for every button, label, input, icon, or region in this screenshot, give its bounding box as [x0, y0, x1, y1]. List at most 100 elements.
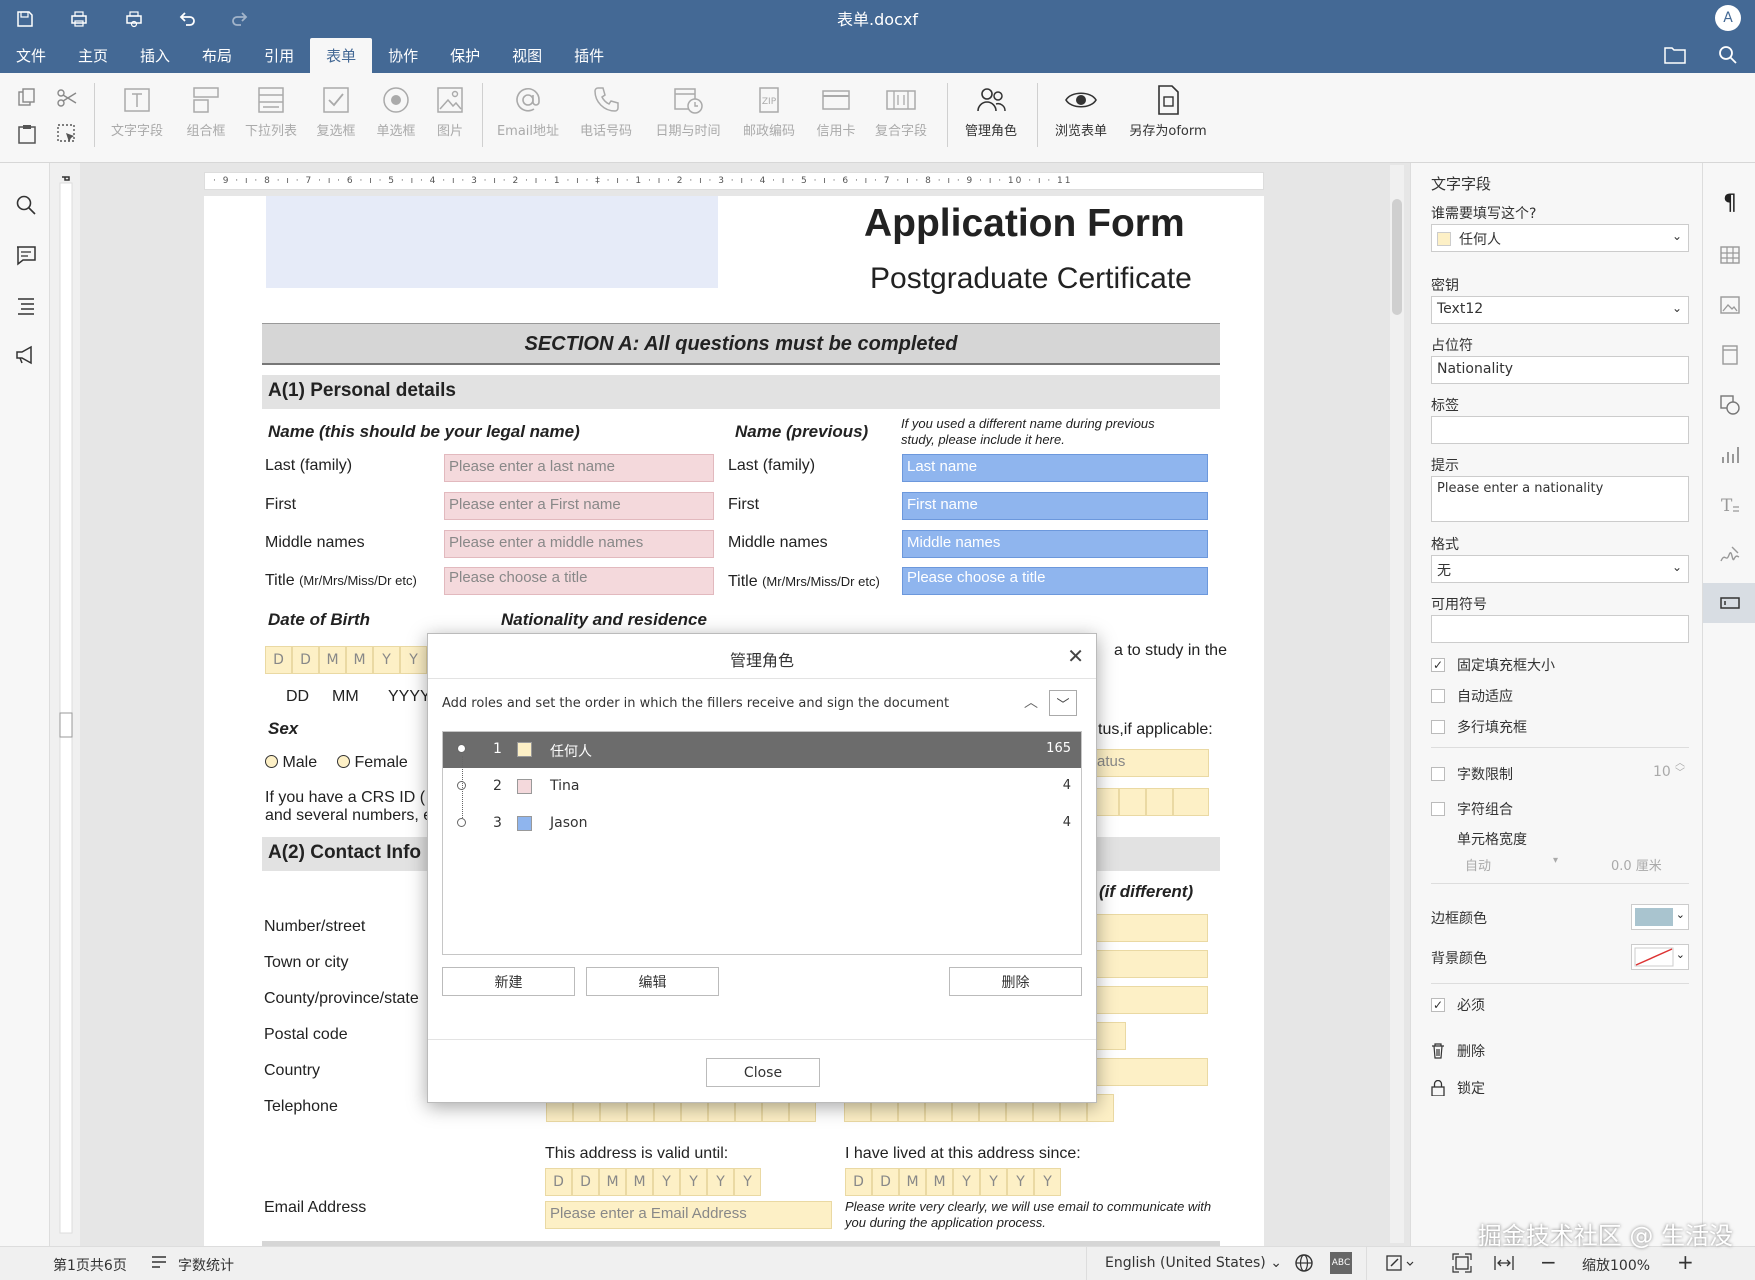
female-option[interactable]: Female	[337, 754, 408, 772]
male-option[interactable]: Male	[265, 754, 317, 772]
required-checkbox[interactable]: ✓ 必须	[1431, 995, 1485, 1015]
checkbox-checked[interactable]: ✓	[1431, 658, 1445, 672]
word-count-label[interactable]: 字数统计	[178, 1255, 234, 1275]
image-button[interactable]: 图片	[426, 83, 474, 153]
lock-field-button[interactable]: 锁定	[1431, 1078, 1485, 1098]
prev-middle-names-field[interactable]: Middle names	[902, 530, 1208, 558]
phone-button[interactable]: 电话号码	[570, 83, 642, 153]
zoom-in-icon[interactable]: +	[1677, 1250, 1694, 1274]
delete-field-button[interactable]: 删除	[1431, 1041, 1485, 1061]
zoom-out-icon[interactable]: −	[1540, 1250, 1557, 1274]
status-box[interactable]	[1173, 788, 1209, 816]
status-boxes[interactable]	[1092, 788, 1209, 816]
tab-layout[interactable]: 布局	[186, 38, 248, 73]
word-count-icon[interactable]	[150, 1253, 168, 1275]
alt-street-field[interactable]	[1096, 914, 1208, 942]
tab-file[interactable]: 文件	[0, 38, 62, 73]
date-box[interactable]: Y	[980, 1168, 1007, 1196]
paste-icon[interactable]	[16, 123, 38, 145]
cell-width-mode[interactable]: 自动	[1465, 855, 1491, 874]
tab-insert[interactable]: 插入	[124, 38, 186, 73]
valid-until-field[interactable]: DDMMYYYY	[545, 1168, 761, 1196]
date-box[interactable]: D	[545, 1168, 572, 1196]
status-field[interactable]: atus	[1092, 749, 1209, 777]
document-scrollbar[interactable]	[1390, 165, 1404, 1243]
dob-field[interactable]: DDMMYY	[265, 646, 427, 674]
dob-box[interactable]: M	[319, 646, 346, 674]
who-fills-select[interactable]: 任何人 ⌄	[1431, 224, 1689, 252]
form-settings-tab[interactable]	[1703, 583, 1755, 623]
date-box[interactable]: M	[599, 1168, 626, 1196]
save-oform-button[interactable]: 另存为oform	[1122, 83, 1214, 153]
credit-card-button[interactable]: 信用卡	[805, 83, 867, 153]
date-box[interactable]: M	[926, 1168, 953, 1196]
checkbox-unchecked[interactable]	[1431, 767, 1445, 781]
alt-town-field[interactable]	[1096, 950, 1208, 978]
format-select[interactable]: 无 ⌄	[1431, 555, 1689, 583]
avatar[interactable]: A	[1715, 5, 1741, 31]
language-selector[interactable]: English (United States) ⌄	[1105, 1255, 1282, 1271]
tab-forms[interactable]: 表单	[310, 38, 373, 73]
select-all-icon[interactable]	[56, 123, 78, 145]
text-field-button[interactable]: 文字字段	[108, 83, 166, 153]
comb-checkbox[interactable]: 字符组合	[1431, 799, 1513, 819]
page-indicator[interactable]: 第1页共6页	[53, 1255, 127, 1275]
image-settings-icon[interactable]	[1718, 293, 1742, 317]
stepper-icon[interactable]: ︿ ﹀	[1675, 759, 1685, 779]
edit-role-button[interactable]: 编辑	[586, 967, 719, 996]
dob-box[interactable]: D	[292, 646, 319, 674]
date-box[interactable]: D	[572, 1168, 599, 1196]
move-down-icon[interactable]: ﹀	[1049, 690, 1077, 716]
search-icon[interactable]	[1718, 45, 1738, 65]
alt-country-field[interactable]	[1096, 1058, 1208, 1086]
alt-county-field[interactable]	[1096, 986, 1208, 1014]
cut-icon[interactable]	[56, 87, 78, 109]
date-box[interactable]: Y	[1007, 1168, 1034, 1196]
role-item[interactable]: 2 Tina 4	[443, 769, 1081, 805]
checkbox-unchecked[interactable]	[1431, 802, 1445, 816]
checkbox-unchecked[interactable]	[1431, 720, 1445, 734]
feedback-icon[interactable]	[14, 343, 38, 367]
dob-box[interactable]: D	[265, 646, 292, 674]
tab-collaborate[interactable]: 协作	[372, 38, 434, 73]
autofit-checkbox[interactable]: 自动适应	[1431, 686, 1513, 706]
comment-icon[interactable]	[14, 243, 38, 267]
date-box[interactable]: D	[845, 1168, 872, 1196]
status-box[interactable]	[1146, 788, 1173, 816]
tab-view[interactable]: 视图	[496, 38, 558, 73]
title-field[interactable]: Please choose a title	[444, 567, 714, 595]
dob-box[interactable]: Y	[400, 646, 427, 674]
checkbox-button[interactable]: 复选框	[307, 83, 365, 153]
table-settings-icon[interactable]	[1718, 243, 1742, 267]
fit-page-icon[interactable]	[1452, 1253, 1472, 1277]
datetime-button[interactable]: 日期与时间	[648, 83, 728, 153]
last-name-field[interactable]: Please enter a last name	[444, 454, 714, 482]
spellcheck-icon[interactable]: ABC	[1330, 1252, 1352, 1274]
header-footer-icon[interactable]	[1718, 343, 1742, 367]
zip-button[interactable]: ZIP 邮政编码	[733, 83, 805, 153]
prev-last-name-field[interactable]: Last name	[902, 454, 1208, 482]
date-box[interactable]: Y	[653, 1168, 680, 1196]
track-changes-icon[interactable]	[1385, 1253, 1415, 1277]
search-icon[interactable]	[14, 193, 38, 217]
globe-icon[interactable]	[1294, 1253, 1314, 1277]
placeholder-input[interactable]: Nationality	[1431, 356, 1689, 384]
tag-input[interactable]	[1431, 416, 1689, 444]
alt-postal-field[interactable]	[1096, 1022, 1126, 1050]
multiline-checkbox[interactable]: 多行填充框	[1431, 717, 1527, 737]
status-box[interactable]	[1119, 788, 1146, 816]
key-select[interactable]: Text12 ⌄	[1431, 296, 1689, 324]
fit-width-icon[interactable]	[1493, 1253, 1515, 1277]
background-color-picker[interactable]: ⌄	[1631, 944, 1689, 970]
view-form-button[interactable]: 浏览表单	[1046, 83, 1116, 153]
date-box[interactable]: D	[872, 1168, 899, 1196]
tab-plugins[interactable]: 插件	[558, 38, 620, 73]
text-art-icon[interactable]: T	[1718, 493, 1742, 517]
tab-protect[interactable]: 保护	[434, 38, 496, 73]
dropdown-list-button[interactable]: 下拉列表	[242, 83, 300, 153]
chart-settings-icon[interactable]	[1718, 443, 1742, 467]
first-name-field[interactable]: Please enter a First name	[444, 492, 714, 520]
date-box[interactable]: M	[899, 1168, 926, 1196]
date-box[interactable]: Y	[734, 1168, 761, 1196]
move-up-icon[interactable]: ︿	[1024, 692, 1038, 712]
